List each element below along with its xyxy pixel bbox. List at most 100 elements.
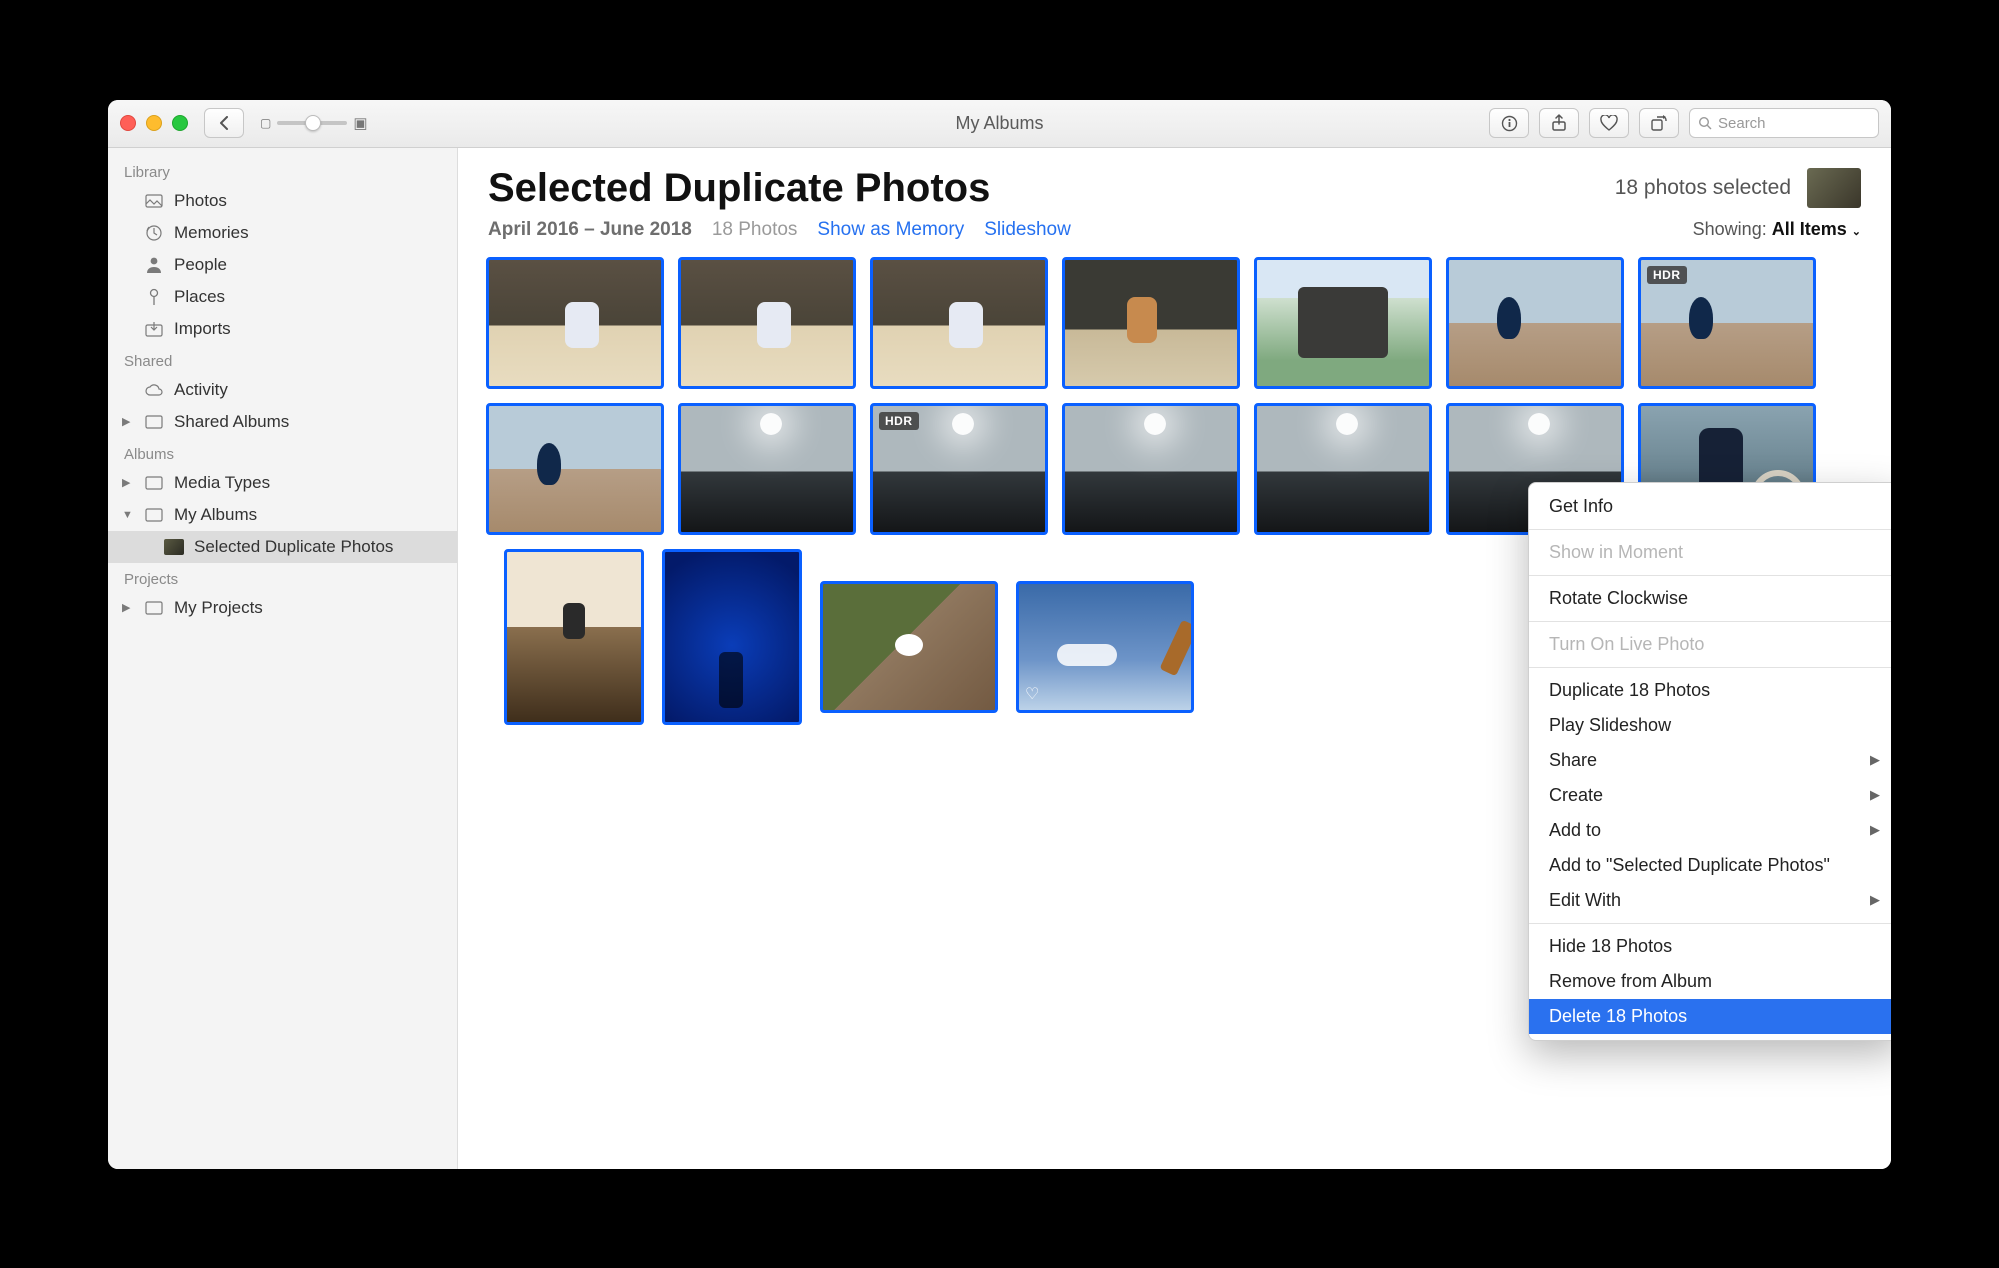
ctx-hide[interactable]: Hide 18 Photos	[1529, 929, 1891, 964]
photo-thumb[interactable]: HDR	[870, 403, 1048, 535]
search-input[interactable]: Search	[1689, 108, 1879, 138]
sidebar-item-people[interactable]: People	[108, 249, 457, 281]
ctx-get-info[interactable]: Get Info	[1529, 489, 1891, 524]
sidebar-label: My Albums	[174, 505, 257, 525]
photo-thumb[interactable]	[486, 403, 664, 535]
sidebar-section-library: Library	[108, 156, 457, 185]
search-icon	[1698, 116, 1712, 130]
sidebar-label: Imports	[174, 319, 231, 339]
people-icon	[144, 255, 164, 275]
ctx-delete[interactable]: Delete 18 Photos	[1529, 999, 1891, 1034]
sidebar-item-memories[interactable]: Memories	[108, 217, 457, 249]
memories-icon	[144, 223, 164, 243]
submenu-arrow-icon: ▶	[1870, 892, 1880, 908]
slideshow-link[interactable]: Slideshow	[984, 219, 1071, 241]
submenu-arrow-icon: ▶	[1870, 787, 1880, 803]
photo-thumb[interactable]	[678, 257, 856, 389]
sidebar-item-my-albums[interactable]: ▼ My Albums	[108, 499, 457, 531]
info-button[interactable]	[1489, 108, 1529, 138]
fullscreen-window-button[interactable]	[172, 115, 188, 131]
sidebar-item-photos[interactable]: Photos	[108, 185, 457, 217]
favorite-heart-icon: ♡	[1025, 684, 1039, 704]
sidebar-item-imports[interactable]: Imports	[108, 313, 457, 345]
photo-thumb[interactable]	[486, 257, 664, 389]
sidebar-label: Memories	[174, 223, 249, 243]
ctx-turn-on-live-photo: Turn On Live Photo	[1529, 627, 1891, 662]
ctx-add-to[interactable]: Add to▶	[1529, 813, 1891, 848]
back-button[interactable]	[204, 108, 244, 138]
sidebar-item-shared-albums[interactable]: ▶ Shared Albums	[108, 406, 457, 438]
ctx-create[interactable]: Create▶	[1529, 778, 1891, 813]
menu-separator	[1529, 529, 1891, 530]
sidebar-item-media-types[interactable]: ▶ Media Types	[108, 467, 457, 499]
sidebar-label: Places	[174, 287, 225, 307]
titlebar: ▢ ▣ My Albums Search	[108, 100, 1891, 148]
sidebar-section-shared: Shared	[108, 345, 457, 374]
sidebar-section-projects: Projects	[108, 563, 457, 592]
photo-thumb[interactable]	[820, 581, 998, 713]
sidebar-label: My Projects	[174, 598, 263, 618]
selection-count: 18 photos selected	[1615, 176, 1791, 200]
sidebar-label: Media Types	[174, 473, 270, 493]
favorite-button[interactable]	[1589, 108, 1629, 138]
showing-value[interactable]: All Items ⌄	[1772, 219, 1861, 239]
photo-count: 18 Photos	[712, 219, 798, 241]
menu-separator	[1529, 923, 1891, 924]
sidebar-label: People	[174, 255, 227, 275]
sidebar-item-activity[interactable]: Activity	[108, 374, 457, 406]
sidebar-item-places[interactable]: Places	[108, 281, 457, 313]
zoom-small-icon: ▢	[260, 116, 271, 130]
album-thumb-icon	[164, 539, 184, 555]
menu-separator	[1529, 621, 1891, 622]
minimize-window-button[interactable]	[146, 115, 162, 131]
ctx-share[interactable]: Share▶	[1529, 743, 1891, 778]
photo-thumb[interactable]	[662, 549, 802, 725]
sidebar-label: Shared Albums	[174, 412, 289, 432]
selection-stack-thumb[interactable]	[1807, 168, 1861, 208]
sidebar: Library Photos Memories People Places	[108, 148, 458, 1169]
ctx-duplicate[interactable]: Duplicate 18 Photos	[1529, 673, 1891, 708]
photo-thumb[interactable]	[870, 257, 1048, 389]
photo-thumb[interactable]: ♡	[1016, 581, 1194, 713]
photo-thumb[interactable]: HDR	[1638, 257, 1816, 389]
photo-thumb[interactable]	[678, 403, 856, 535]
submenu-arrow-icon: ▶	[1870, 822, 1880, 838]
sidebar-item-selected-duplicate-photos[interactable]: Selected Duplicate Photos	[108, 531, 457, 563]
photo-thumb[interactable]	[1062, 403, 1240, 535]
search-placeholder: Search	[1718, 115, 1766, 132]
places-icon	[144, 287, 164, 307]
close-window-button[interactable]	[120, 115, 136, 131]
chevron-right-icon: ▶	[122, 601, 134, 614]
content-area: Selected Duplicate Photos 18 photos sele…	[458, 148, 1891, 1169]
zoom-large-icon: ▣	[353, 114, 367, 132]
ctx-rotate-clockwise[interactable]: Rotate Clockwise	[1529, 581, 1891, 616]
chevron-down-icon: ⌄	[1852, 226, 1861, 238]
hdr-badge: HDR	[879, 412, 919, 430]
ctx-remove-from-album[interactable]: Remove from Album	[1529, 964, 1891, 999]
date-range: April 2016 – June 2018	[488, 219, 692, 241]
context-menu: Get Info Show in Moment Rotate Clockwise…	[1528, 482, 1891, 1041]
menu-separator	[1529, 667, 1891, 668]
sidebar-label: Activity	[174, 380, 228, 400]
ctx-play-slideshow[interactable]: Play Slideshow	[1529, 708, 1891, 743]
photo-thumb[interactable]	[1254, 403, 1432, 535]
submenu-arrow-icon: ▶	[1870, 752, 1880, 768]
ctx-edit-with[interactable]: Edit With▶	[1529, 883, 1891, 918]
sidebar-item-my-projects[interactable]: ▶ My Projects	[108, 592, 457, 624]
photo-thumb[interactable]	[1062, 257, 1240, 389]
ctx-add-to-album[interactable]: Add to "Selected Duplicate Photos"	[1529, 848, 1891, 883]
photo-thumb[interactable]	[1254, 257, 1432, 389]
album-title: Selected Duplicate Photos	[488, 166, 990, 211]
sidebar-label: Photos	[174, 191, 227, 211]
photo-thumb[interactable]	[504, 549, 644, 725]
chevron-right-icon: ▶	[122, 415, 134, 428]
zoom-slider[interactable]: ▢ ▣	[260, 114, 368, 132]
rotate-button[interactable]	[1639, 108, 1679, 138]
photo-thumb[interactable]	[1446, 257, 1624, 389]
traffic-lights	[120, 115, 188, 131]
folder-icon	[144, 505, 164, 525]
ctx-show-in-moment: Show in Moment	[1529, 535, 1891, 570]
show-as-memory-link[interactable]: Show as Memory	[817, 219, 964, 241]
share-button[interactable]	[1539, 108, 1579, 138]
app-window: ▢ ▣ My Albums Search	[108, 100, 1891, 1169]
